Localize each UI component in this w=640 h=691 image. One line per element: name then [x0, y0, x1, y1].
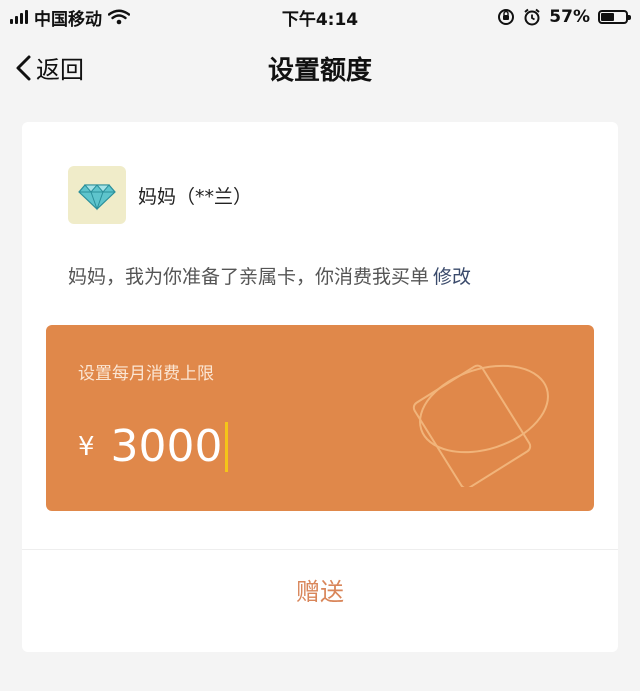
amount-input[interactable]: 3000 — [111, 421, 223, 472]
alarm-icon — [524, 8, 540, 26]
text-cursor — [224, 421, 228, 472]
nav-bar: 返回 设置额度 — [0, 36, 640, 98]
amount-row[interactable]: ¥ 3000 — [78, 421, 228, 472]
battery-percent: 57% — [549, 7, 590, 27]
recipient-name: 妈妈（**兰） — [138, 185, 253, 208]
status-bar: 中国移动 下午4:14 57% — [0, 0, 640, 34]
divider — [22, 549, 618, 550]
gift-message: 妈妈，我为你准备了亲属卡，你消费我买单 修改 — [68, 262, 471, 289]
signal-icon — [10, 10, 28, 24]
edit-message-link[interactable]: 修改 — [433, 266, 471, 288]
carrier-label: 中国移动 — [34, 9, 102, 30]
quota-card: 妈妈（**兰） 妈妈，我为你准备了亲属卡，你消费我买单 修改 设置每月消费上限 ¥… — [22, 122, 618, 652]
amount-label: 设置每月消费上限 — [78, 364, 214, 384]
message-text: 妈妈，我为你准备了亲属卡，你消费我买单 — [68, 266, 430, 288]
wifi-icon — [108, 9, 130, 25]
avatar — [68, 166, 126, 224]
recipient: 妈妈（**兰） — [68, 166, 252, 224]
send-button[interactable]: 赠送 — [22, 572, 618, 607]
card-decoration-icon — [412, 364, 549, 487]
amount-card: 设置每月消费上限 ¥ 3000 — [46, 325, 594, 511]
currency-symbol: ¥ — [78, 431, 95, 462]
diamond-icon — [78, 184, 116, 211]
page-title: 设置额度 — [267, 56, 372, 86]
orientation-lock-icon — [498, 9, 515, 25]
battery-icon — [598, 10, 631, 24]
